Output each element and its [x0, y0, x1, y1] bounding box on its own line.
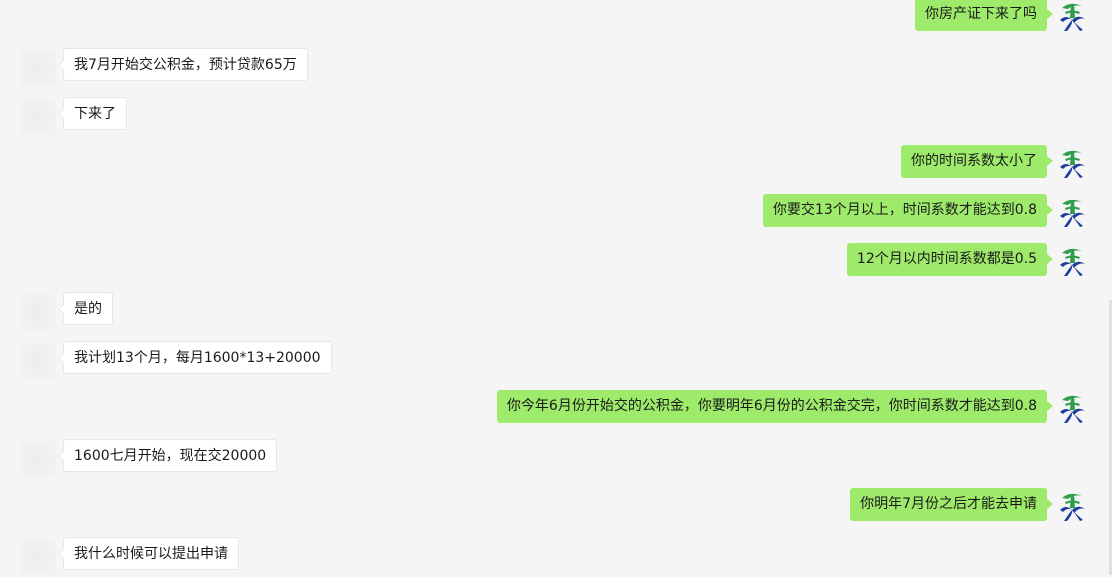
logo-avatar-icon[interactable]: [1054, 194, 1090, 230]
logo-avatar-icon[interactable]: [1054, 0, 1090, 34]
message-bubble-outgoing[interactable]: 你明年7月份之后才能去申请: [850, 488, 1053, 521]
message-bubble-outgoing[interactable]: 你的时间系数太小了: [901, 145, 1053, 178]
logo-avatar-icon[interactable]: [1054, 243, 1090, 279]
message-bubble-incoming[interactable]: 是的: [58, 292, 113, 325]
message-bubble-incoming[interactable]: 我7月开始交公积金，预计贷款65万: [58, 48, 308, 81]
message-row: 你要交13个月以上，时间系数才能达到0.8: [690, 194, 1090, 234]
message-row: 我什么时候可以提出申请: [20, 537, 280, 577]
logo-avatar-icon[interactable]: [1054, 145, 1090, 181]
message-row: 下来了: [20, 97, 180, 137]
logo-avatar-icon[interactable]: [1054, 390, 1090, 426]
contact-avatar[interactable]: [20, 99, 56, 135]
message-bubble-incoming[interactable]: 1600七月开始，现在交20000: [57, 439, 278, 472]
contact-avatar[interactable]: [20, 441, 56, 477]
message-bubble-outgoing[interactable]: 你房产证下来了吗: [915, 0, 1053, 31]
message-bubble-incoming[interactable]: 我什么时候可以提出申请: [58, 537, 239, 570]
message-row: 是的: [20, 292, 180, 332]
message-row: 你房产证下来了吗: [850, 0, 1090, 38]
message-bubble-incoming[interactable]: 我计划13个月，每月1600*13+20000: [58, 341, 332, 374]
message-row: 你的时间系数太小了: [830, 145, 1090, 185]
message-row: 12个月以内时间系数都是0.5: [770, 243, 1090, 283]
contact-avatar[interactable]: [20, 50, 56, 86]
logo-avatar-icon[interactable]: [1054, 488, 1090, 524]
message-bubble-outgoing[interactable]: 你今年6月份开始交的公积金，你要明年6月份的公积金交完，你时间系数才能达到0.8: [496, 390, 1054, 423]
chat-message-list[interactable]: 你房产证下来了吗 我7月开始交公积金，预计贷款65万 下来了 你的时间系数太小了: [0, 0, 1112, 575]
contact-avatar[interactable]: [20, 343, 56, 379]
contact-avatar[interactable]: [20, 294, 56, 330]
message-bubble-incoming[interactable]: 下来了: [58, 97, 127, 130]
message-bubble-outgoing[interactable]: 12个月以内时间系数都是0.5: [846, 243, 1054, 276]
message-row: 我计划13个月，每月1600*13+20000: [20, 341, 360, 381]
message-row: 你今年6月份开始交的公积金，你要明年6月份的公积金交完，你时间系数才能达到0.8: [410, 390, 1090, 430]
contact-avatar[interactable]: [20, 539, 56, 575]
message-bubble-outgoing[interactable]: 你要交13个月以上，时间系数才能达到0.8: [762, 194, 1054, 227]
message-row: 你明年7月份之后才能去申请: [790, 488, 1090, 528]
message-row: 1600七月开始，现在交20000: [20, 439, 320, 479]
message-row: 我7月开始交公积金，预计贷款65万: [20, 48, 320, 88]
